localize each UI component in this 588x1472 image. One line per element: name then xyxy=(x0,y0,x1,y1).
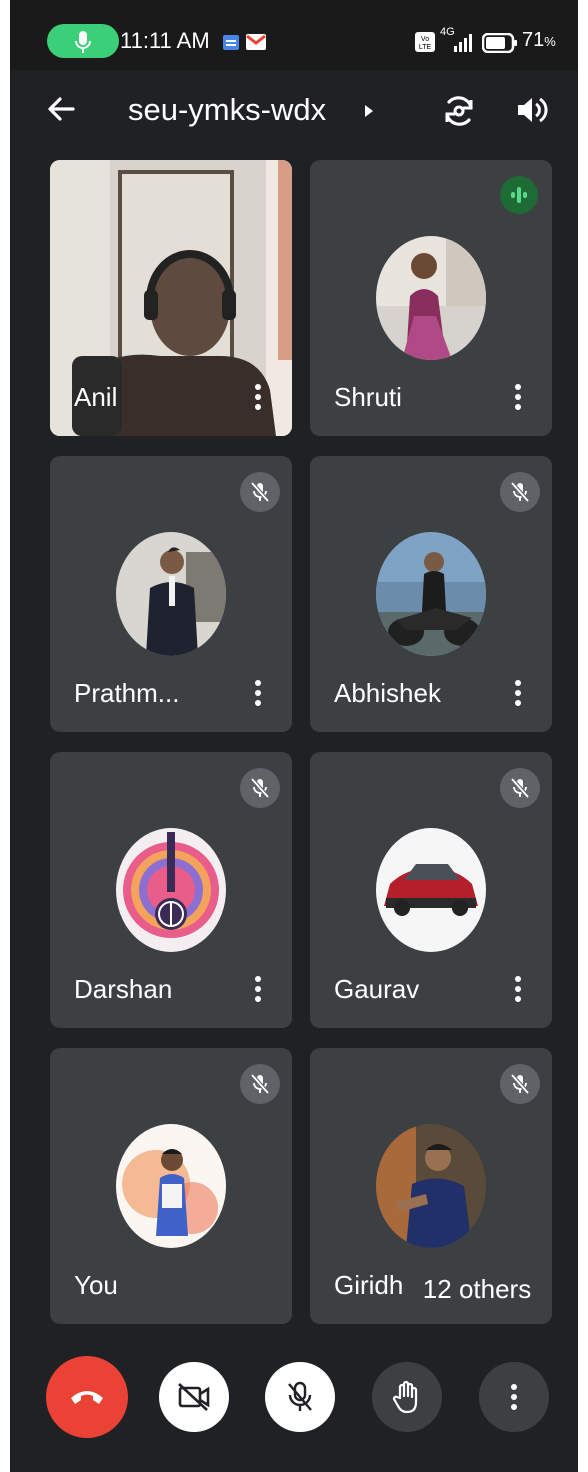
mic-off-icon xyxy=(288,1381,312,1411)
more-vert-icon[interactable] xyxy=(506,678,530,708)
svg-text:LTE: LTE xyxy=(419,44,432,51)
back-arrow-icon[interactable] xyxy=(46,94,76,124)
meeting-code[interactable]: seu-ymks-wdx xyxy=(128,92,326,128)
camera-off-icon xyxy=(178,1383,210,1411)
meeting-header: seu-ymks-wdx xyxy=(10,70,578,160)
mic-active-pill[interactable] xyxy=(47,24,119,58)
participant-name: Gaurav xyxy=(334,974,420,1004)
avatar-image xyxy=(376,532,486,656)
participant-tile-gaurav[interactable]: Gaurav xyxy=(310,752,552,1028)
participant-name: Shruti xyxy=(334,382,402,412)
participant-name: Prathm... xyxy=(74,678,180,708)
battery-level: 71% xyxy=(522,29,556,52)
hand-icon xyxy=(392,1380,418,1414)
signal-icon xyxy=(454,34,472,52)
more-options-button[interactable] xyxy=(479,1362,549,1432)
mic-off-icon xyxy=(250,1073,270,1095)
muted-indicator xyxy=(500,1064,540,1104)
end-call-button[interactable] xyxy=(46,1356,128,1438)
avatar xyxy=(376,1124,486,1248)
participant-name: Darshan xyxy=(74,974,173,1004)
status-bar: 11:11 AM Vo LTE 4G 71% xyxy=(10,0,578,70)
mic-off-icon xyxy=(250,481,270,503)
mic-off-icon xyxy=(510,777,530,799)
battery-icon xyxy=(482,33,517,53)
avatar-image xyxy=(376,1124,486,1248)
participant-name: Abhishek xyxy=(334,678,441,708)
camera-toggle-button[interactable] xyxy=(159,1362,229,1432)
gmail-icon xyxy=(246,34,266,50)
others-chip[interactable]: 12 others xyxy=(404,1262,550,1316)
muted-indicator xyxy=(240,768,280,808)
participant-name: Anil xyxy=(74,382,118,412)
mic-toggle-button[interactable] xyxy=(265,1362,335,1432)
muted-indicator xyxy=(500,472,540,512)
meet-screen: 11:11 AM Vo LTE 4G 71% seu-ymks-wdx Anil… xyxy=(10,0,578,1472)
switch-camera-icon[interactable] xyxy=(442,94,476,128)
svg-text:Vo: Vo xyxy=(421,36,429,43)
avatar xyxy=(376,532,486,656)
participant-name: You xyxy=(74,1270,118,1300)
phone-hangup-icon xyxy=(71,1391,103,1404)
raise-hand-button[interactable] xyxy=(372,1362,442,1432)
muted-indicator xyxy=(500,768,540,808)
muted-indicator xyxy=(240,472,280,512)
participant-tile-shruti[interactable]: Shruti xyxy=(310,160,552,436)
avatar xyxy=(116,1124,226,1248)
audio-level-icon xyxy=(511,187,527,203)
avatar-image xyxy=(116,532,226,656)
more-vert-icon[interactable] xyxy=(506,974,530,1004)
battery-percent: 71 xyxy=(522,29,545,51)
mic-active-icon xyxy=(75,31,91,53)
speaker-icon[interactable] xyxy=(516,95,548,125)
more-vert-icon[interactable] xyxy=(246,382,270,412)
call-controls xyxy=(10,1340,578,1472)
avatar xyxy=(376,828,486,952)
more-vert-icon[interactable] xyxy=(246,678,270,708)
avatar-image xyxy=(376,236,486,360)
mic-off-icon xyxy=(510,1073,530,1095)
more-vert-icon xyxy=(511,1384,517,1410)
volte-icon: Vo LTE xyxy=(415,32,435,52)
mic-off-icon xyxy=(250,777,270,799)
participant-name: Giridh xyxy=(334,1270,404,1300)
avatar xyxy=(376,236,486,360)
more-vert-icon[interactable] xyxy=(246,974,270,1004)
avatar xyxy=(116,828,226,952)
battery-unit: % xyxy=(544,34,556,49)
participant-tile-abhishek[interactable]: Abhishek xyxy=(310,456,552,732)
participant-tile-darshan[interactable]: Darshan xyxy=(50,752,292,1028)
avatar-image xyxy=(116,828,226,952)
avatar xyxy=(116,532,226,656)
participant-tile-anil[interactable]: Anil xyxy=(50,160,292,436)
speaking-indicator xyxy=(500,176,538,214)
participant-tile-you[interactable]: You xyxy=(50,1048,292,1324)
avatar-image xyxy=(116,1124,226,1248)
status-time: 11:11 AM xyxy=(120,28,210,53)
network-type: 4G xyxy=(440,26,455,38)
participant-tile-prathm[interactable]: Prathm... xyxy=(50,456,292,732)
calendar-icon xyxy=(223,35,239,50)
avatar-image xyxy=(376,828,486,952)
more-vert-icon[interactable] xyxy=(506,382,530,412)
mic-off-icon xyxy=(510,481,530,503)
muted-indicator xyxy=(240,1064,280,1104)
caret-right-icon[interactable] xyxy=(364,104,374,118)
